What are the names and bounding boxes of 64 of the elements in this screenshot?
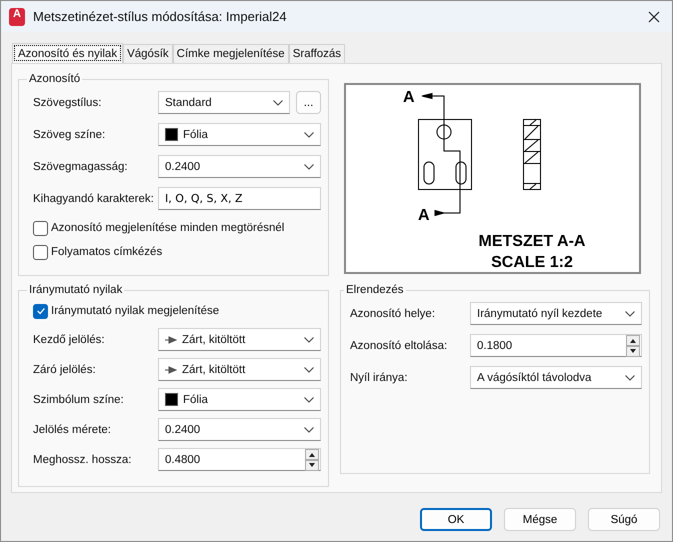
field-label: Nyíl iránya: bbox=[350, 372, 409, 384]
checkbox-label[interactable]: Folyamatos címkézés bbox=[51, 246, 162, 258]
preview-caption: SCALE 1:2 bbox=[491, 254, 573, 271]
cut-label: A bbox=[418, 207, 430, 224]
window-title: Metszetinézet-stílus módosítása: Imperial24 bbox=[33, 9, 288, 24]
dialog-button[interactable]: OK bbox=[420, 508, 492, 531]
dropdown[interactable]: Iránymutató nyíl kezdete bbox=[470, 302, 642, 325]
tab[interactable]: Azonosító és nyilak bbox=[12, 43, 124, 63]
group-title: Azonosító bbox=[28, 73, 82, 85]
tab[interactable]: Sraffozás bbox=[288, 44, 346, 63]
checkbox[interactable] bbox=[33, 220, 48, 236]
checkbox-label[interactable]: Iránymutató nyilak megjelenítése bbox=[51, 305, 220, 317]
dropdown[interactable]: Fólia bbox=[158, 123, 321, 146]
chevron-down-icon bbox=[304, 396, 314, 402]
dropdown[interactable]: 0.2400 bbox=[158, 155, 321, 178]
dropdown[interactable]: Fólia bbox=[158, 388, 321, 411]
chevron-down-icon bbox=[304, 426, 314, 432]
chevron-down-icon bbox=[304, 366, 314, 372]
checkmark-icon bbox=[36, 306, 46, 316]
dropdown[interactable]: 0.2400 bbox=[158, 418, 321, 441]
tab[interactable]: Vágósík bbox=[123, 44, 173, 63]
field-label: Szimbólum színe: bbox=[33, 394, 125, 406]
dialog-button[interactable]: Mégse bbox=[504, 508, 576, 531]
spin-arrows-icon[interactable] bbox=[626, 334, 640, 356]
checkbox[interactable] bbox=[33, 304, 48, 318]
close-icon[interactable] bbox=[648, 10, 660, 22]
cut-label: A bbox=[403, 89, 415, 106]
input-field[interactable]: I, O, Q, S, X, Z bbox=[158, 187, 321, 210]
app-icon: A bbox=[9, 8, 25, 26]
checkbox-label[interactable]: Azonosító megjelenítése minden megtörésnél bbox=[51, 222, 284, 234]
dropdown[interactable]: Zárt, kitöltött bbox=[158, 328, 321, 351]
hatched-section-drawing bbox=[523, 119, 541, 190]
field-label: Szöveg színe: bbox=[33, 128, 106, 140]
field-label: Jelölés mérete: bbox=[33, 424, 112, 436]
dropdown[interactable]: Zárt, kitöltött bbox=[158, 358, 321, 381]
chevron-down-icon bbox=[625, 374, 635, 380]
dropdown[interactable]: Standard bbox=[158, 91, 290, 114]
checkbox[interactable] bbox=[33, 244, 48, 260]
field-label: Záró jelölés: bbox=[33, 364, 97, 376]
dialog-button[interactable]: Súgó bbox=[588, 508, 660, 531]
browse-button[interactable]: ... bbox=[296, 91, 321, 114]
chevron-down-icon bbox=[304, 132, 314, 138]
group-title: Elrendezés bbox=[345, 284, 405, 296]
dropdown[interactable]: A vágósíktól távolodva bbox=[470, 366, 642, 389]
field-label: Azonosító helye: bbox=[350, 308, 436, 320]
chevron-down-icon bbox=[304, 164, 314, 170]
field-label: Szövegmagasság: bbox=[33, 160, 129, 172]
arrowhead-icon bbox=[165, 336, 177, 344]
group-title: Iránymutató nyilak bbox=[28, 284, 124, 296]
field-label: Meghossz. hossza: bbox=[33, 454, 132, 466]
arrowhead-icon bbox=[165, 366, 177, 374]
spin-arrows-icon[interactable] bbox=[305, 448, 319, 470]
chevron-down-icon bbox=[273, 100, 283, 106]
chevron-down-icon bbox=[304, 336, 314, 342]
preview-caption: METSZET A-A bbox=[478, 233, 586, 250]
chevron-down-icon bbox=[625, 310, 635, 316]
field-label: Azonosító eltolása: bbox=[350, 340, 448, 352]
field-label: Kezdő jelölés: bbox=[33, 334, 106, 346]
tab[interactable]: Címke megjelenítése bbox=[172, 44, 289, 63]
part-drawing bbox=[418, 119, 472, 190]
field-label: Szövegstílus: bbox=[33, 96, 102, 108]
field-label: Kihagyandó karakterek: bbox=[33, 192, 155, 204]
spin-field[interactable]: 0.4800 bbox=[158, 448, 321, 471]
spin-field[interactable]: 0.1800 bbox=[470, 334, 642, 357]
